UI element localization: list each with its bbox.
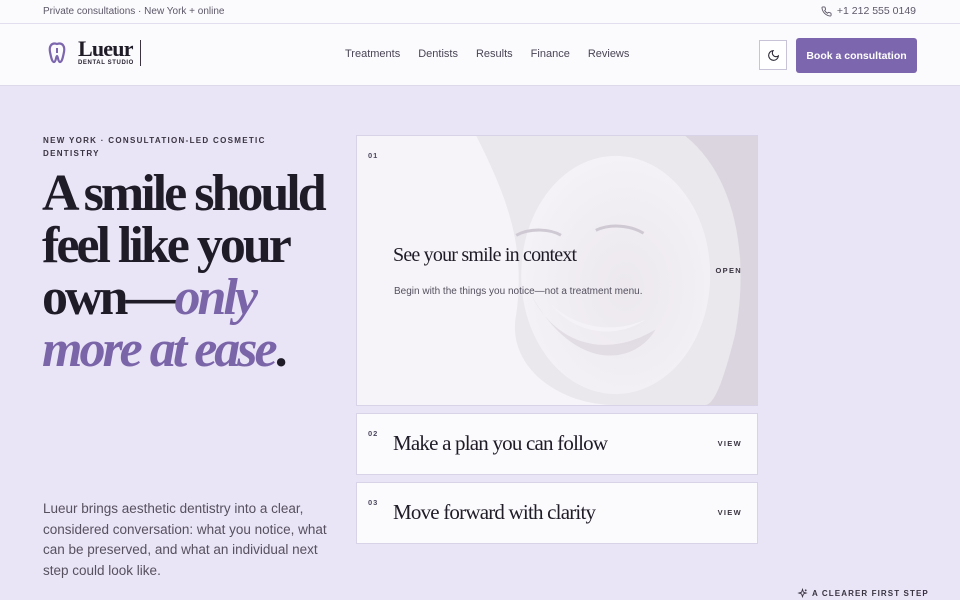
step-number: 02	[368, 429, 379, 438]
view-link[interactable]: VIEW	[718, 508, 742, 517]
step-number: 03	[368, 498, 379, 507]
phone-icon	[821, 5, 832, 16]
nav-link-reviews[interactable]: Reviews	[588, 48, 630, 60]
phone-number: +1 212 555 0149	[836, 5, 916, 17]
book-consultation-button[interactable]: Book a consultation	[796, 38, 917, 73]
step-number: 01	[368, 151, 379, 160]
sparkle-icon	[797, 588, 808, 599]
step-description: Begin with the things you notice—not a t…	[394, 286, 643, 297]
nav-link-results[interactable]: Results	[476, 48, 513, 60]
logo-subtitle: DENTAL STUDIO	[78, 60, 134, 66]
nav-link-dentists[interactable]: Dentists	[418, 48, 458, 60]
tooth-logo-icon	[48, 42, 66, 64]
top-bar: Private consultations · New York + onlin…	[0, 0, 960, 24]
hero-headline: A smile should feel like your own—only m…	[42, 168, 342, 376]
step-card-2[interactable]: 02 Make a plan you can follow VIEW	[356, 413, 758, 475]
step-title: Move forward with clarity	[393, 500, 596, 524]
hero-lede: Lueur brings aesthetic dentistry into a …	[43, 501, 327, 578]
view-link[interactable]: VIEW	[718, 439, 742, 448]
step-card-1[interactable]: 01 See your smile in context Begin with …	[356, 135, 758, 406]
logo[interactable]: Lueur DENTAL STUDIO	[47, 36, 141, 66]
headline-period: .	[274, 321, 288, 378]
location-note: Private consultations · New York + onlin…	[43, 6, 225, 17]
open-link[interactable]: OPEN	[716, 266, 742, 275]
step-title: Make a plan you can follow	[393, 431, 608, 455]
logo-name: Lueur	[78, 36, 133, 61]
nav-link-treatments[interactable]: Treatments	[345, 48, 400, 60]
nav-links: Treatments Dentists Results Finance Revi…	[345, 48, 629, 60]
step-card-3[interactable]: 03 Move forward with clarity VIEW	[356, 482, 758, 544]
phone-link[interactable]: +1 212 555 0149	[821, 5, 916, 17]
step-title: See your smile in context	[393, 244, 577, 266]
theme-toggle-button[interactable]	[759, 40, 787, 70]
main-nav: Lueur DENTAL STUDIO Treatments Dentists …	[0, 24, 960, 86]
nav-link-finance[interactable]: Finance	[531, 48, 570, 60]
smiling-woman-photo	[357, 136, 757, 405]
hero-eyebrow: NEW YORK · CONSULTATION-LED COSMETIC DEN…	[43, 136, 266, 158]
clearer-first-step-label: A CLEARER FIRST STEP	[812, 589, 929, 598]
moon-icon	[767, 49, 779, 61]
clearer-first-step-tag: A CLEARER FIRST STEP	[797, 588, 929, 599]
